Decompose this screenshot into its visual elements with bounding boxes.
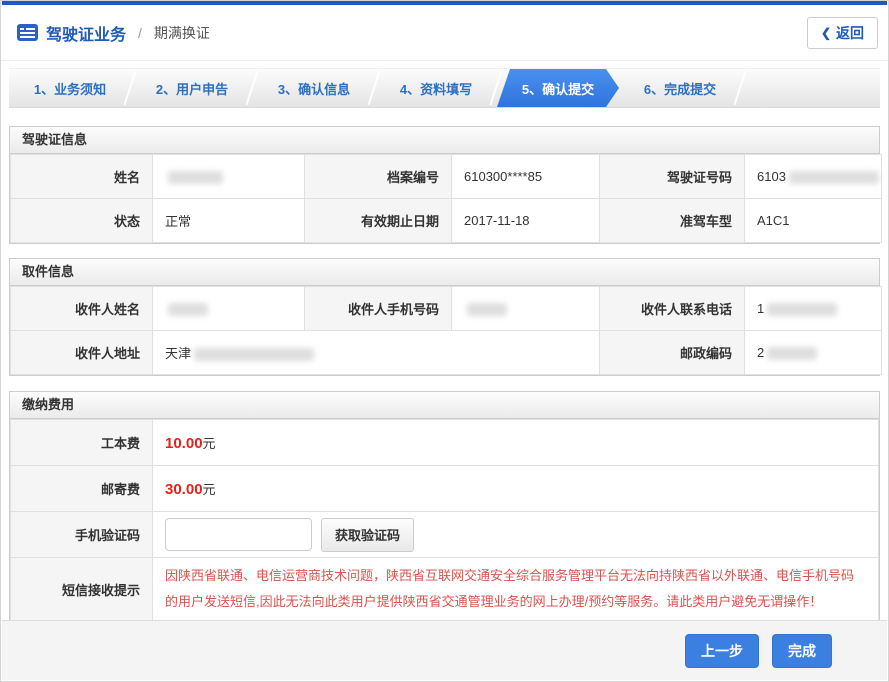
fees-table: 工本费 10.00元 邮寄费 30.00元 手机验证码 获取验证码 短信接收提示 (10, 419, 879, 621)
sms-notice-text: 因陕西省联通、电信运营商技术问题，陕西省互联网交通安全综合服务管理平台无法向持陕… (165, 558, 878, 620)
recipient-address-value: 天津 (153, 331, 600, 375)
back-button-label: 返回 (836, 23, 864, 43)
redacted-blur (194, 348, 314, 361)
license-service-page: 驾驶证业务 / 期满换证 ❮ 返回 1、业务须知 2、用户申告 3、确认信息 4… (0, 0, 889, 682)
page-header: 驾驶证业务 / 期满换证 ❮ 返回 (1, 5, 888, 61)
table-row: 短信接收提示 因陕西省联通、电信运营商技术问题，陕西省互联网交通安全综合服务管理… (11, 558, 879, 621)
redacted-blur (767, 303, 837, 316)
work-cost-unit: 元 (203, 436, 216, 451)
step-label: 4、资料填写 (400, 79, 472, 98)
breadcrumb: 驾驶证业务 / 期满换证 (17, 21, 210, 45)
name-label: 姓名 (11, 155, 153, 199)
redacted-blur (767, 347, 817, 360)
table-row: 姓名 档案编号 610300****85 驾驶证号码 6103 (11, 155, 882, 199)
redacted-blur (168, 171, 223, 184)
table-row: 收件人姓名 收件人手机号码 收件人联系电话 1 (11, 287, 882, 331)
redacted-blur (467, 303, 507, 316)
step-divider (733, 71, 746, 105)
recipient-phone-value: 1 (745, 287, 882, 331)
finish-button[interactable]: 完成 (772, 634, 832, 668)
step-3-confirm-info[interactable]: 3、确认信息 (253, 69, 375, 107)
work-cost-label: 工本费 (11, 420, 153, 466)
form-list-icon (17, 24, 38, 41)
step-label: 5、确认提交 (522, 79, 594, 98)
work-cost-amount: 10.00 (165, 435, 203, 452)
recipient-mobile-label: 收件人手机号码 (305, 287, 452, 331)
redacted-blur (168, 303, 208, 316)
postal-code-label: 邮政编码 (600, 331, 745, 375)
license-number-label: 驾驶证号码 (600, 155, 745, 199)
captcha-cell: 获取验证码 (153, 512, 879, 558)
pickup-info-table: 收件人姓名 收件人手机号码 收件人联系电话 1 收件人地址 天津 邮政编码 2 (10, 286, 882, 375)
step-label: 1、业务须知 (34, 79, 106, 98)
previous-step-button[interactable]: 上一步 (685, 634, 759, 668)
recipient-mobile-value (452, 287, 600, 331)
table-row: 状态 正常 有效期止日期 2017-11-18 准驾车型 A1C1 (11, 199, 882, 243)
step-label: 3、确认信息 (278, 79, 350, 98)
recipient-name-label: 收件人姓名 (11, 287, 153, 331)
vehicle-class-value: A1C1 (745, 199, 882, 243)
captcha-input[interactable] (165, 518, 312, 551)
valid-until-label: 有效期止日期 (305, 199, 452, 243)
postage-value: 30.00元 (153, 466, 879, 512)
postal-code-value: 2 (745, 331, 882, 375)
sms-notice-label: 短信接收提示 (11, 558, 153, 621)
recipient-phone-label: 收件人联系电话 (600, 287, 745, 331)
recipient-address-text: 天津 (165, 346, 191, 361)
status-label: 状态 (11, 199, 153, 243)
redacted-blur (789, 171, 879, 184)
get-captcha-button[interactable]: 获取验证码 (321, 518, 414, 552)
table-row: 工本费 10.00元 (11, 420, 879, 466)
section-fees: 缴纳费用 工本费 10.00元 邮寄费 30.00元 手机验证码 获取验证码 (9, 391, 880, 622)
status-value: 正常 (153, 199, 305, 243)
file-number-value: 610300****85 (452, 155, 600, 199)
step-label: 6、完成提交 (644, 79, 716, 98)
license-number-text: 6103 (757, 169, 786, 184)
breadcrumb-separator: / (138, 25, 142, 41)
section-license-info: 驾驶证信息 姓名 档案编号 610300****85 驾驶证号码 6103 状态… (9, 126, 880, 244)
recipient-phone-text: 1 (757, 301, 764, 316)
captcha-label: 手机验证码 (11, 512, 153, 558)
postage-label: 邮寄费 (11, 466, 153, 512)
step-2-user-declaration[interactable]: 2、用户申告 (131, 69, 253, 107)
step-5-confirm-submit-active[interactable]: 5、确认提交 (497, 69, 619, 107)
valid-until-value: 2017-11-18 (452, 199, 600, 243)
step-6-complete-submit[interactable]: 6、完成提交 (619, 69, 741, 107)
work-cost-value: 10.00元 (153, 420, 879, 466)
table-row: 收件人地址 天津 邮政编码 2 (11, 331, 882, 375)
file-number-label: 档案编号 (305, 155, 452, 199)
postage-amount: 30.00 (165, 481, 203, 498)
section-title: 驾驶证信息 (10, 127, 879, 154)
section-title: 缴纳费用 (10, 392, 879, 419)
recipient-address-label: 收件人地址 (11, 331, 153, 375)
license-info-table: 姓名 档案编号 610300****85 驾驶证号码 6103 状态 正常 有效… (10, 154, 882, 243)
step-label: 2、用户申告 (156, 79, 228, 98)
vehicle-class-label: 准驾车型 (600, 199, 745, 243)
table-row: 邮寄费 30.00元 (11, 466, 879, 512)
name-value (153, 155, 305, 199)
section-pickup-info: 取件信息 收件人姓名 收件人手机号码 收件人联系电话 1 收件人地址 天津 邮政… (9, 258, 880, 376)
page-title: 驾驶证业务 (46, 21, 126, 45)
postage-unit: 元 (203, 482, 216, 497)
page-subtitle: 期满换证 (154, 23, 210, 43)
step-1-business-notice[interactable]: 1、业务须知 (9, 69, 131, 107)
footer-action-bar: 上一步 完成 (2, 620, 887, 680)
step-4-fill-data[interactable]: 4、资料填写 (375, 69, 497, 107)
postal-code-text: 2 (757, 345, 764, 360)
sms-notice-cell: 因陕西省联通、电信运营商技术问题，陕西省互联网交通安全综合服务管理平台无法向持陕… (153, 558, 879, 621)
license-number-value: 6103 (745, 155, 882, 199)
back-button[interactable]: ❮ 返回 (807, 17, 878, 49)
recipient-name-value (153, 287, 305, 331)
table-row: 手机验证码 获取验证码 (11, 512, 879, 558)
step-wizard: 1、业务须知 2、用户申告 3、确认信息 4、资料填写 5、确认提交 6、完成提… (9, 68, 880, 108)
section-title: 取件信息 (10, 259, 879, 286)
back-chevron-icon: ❮ (821, 26, 831, 40)
